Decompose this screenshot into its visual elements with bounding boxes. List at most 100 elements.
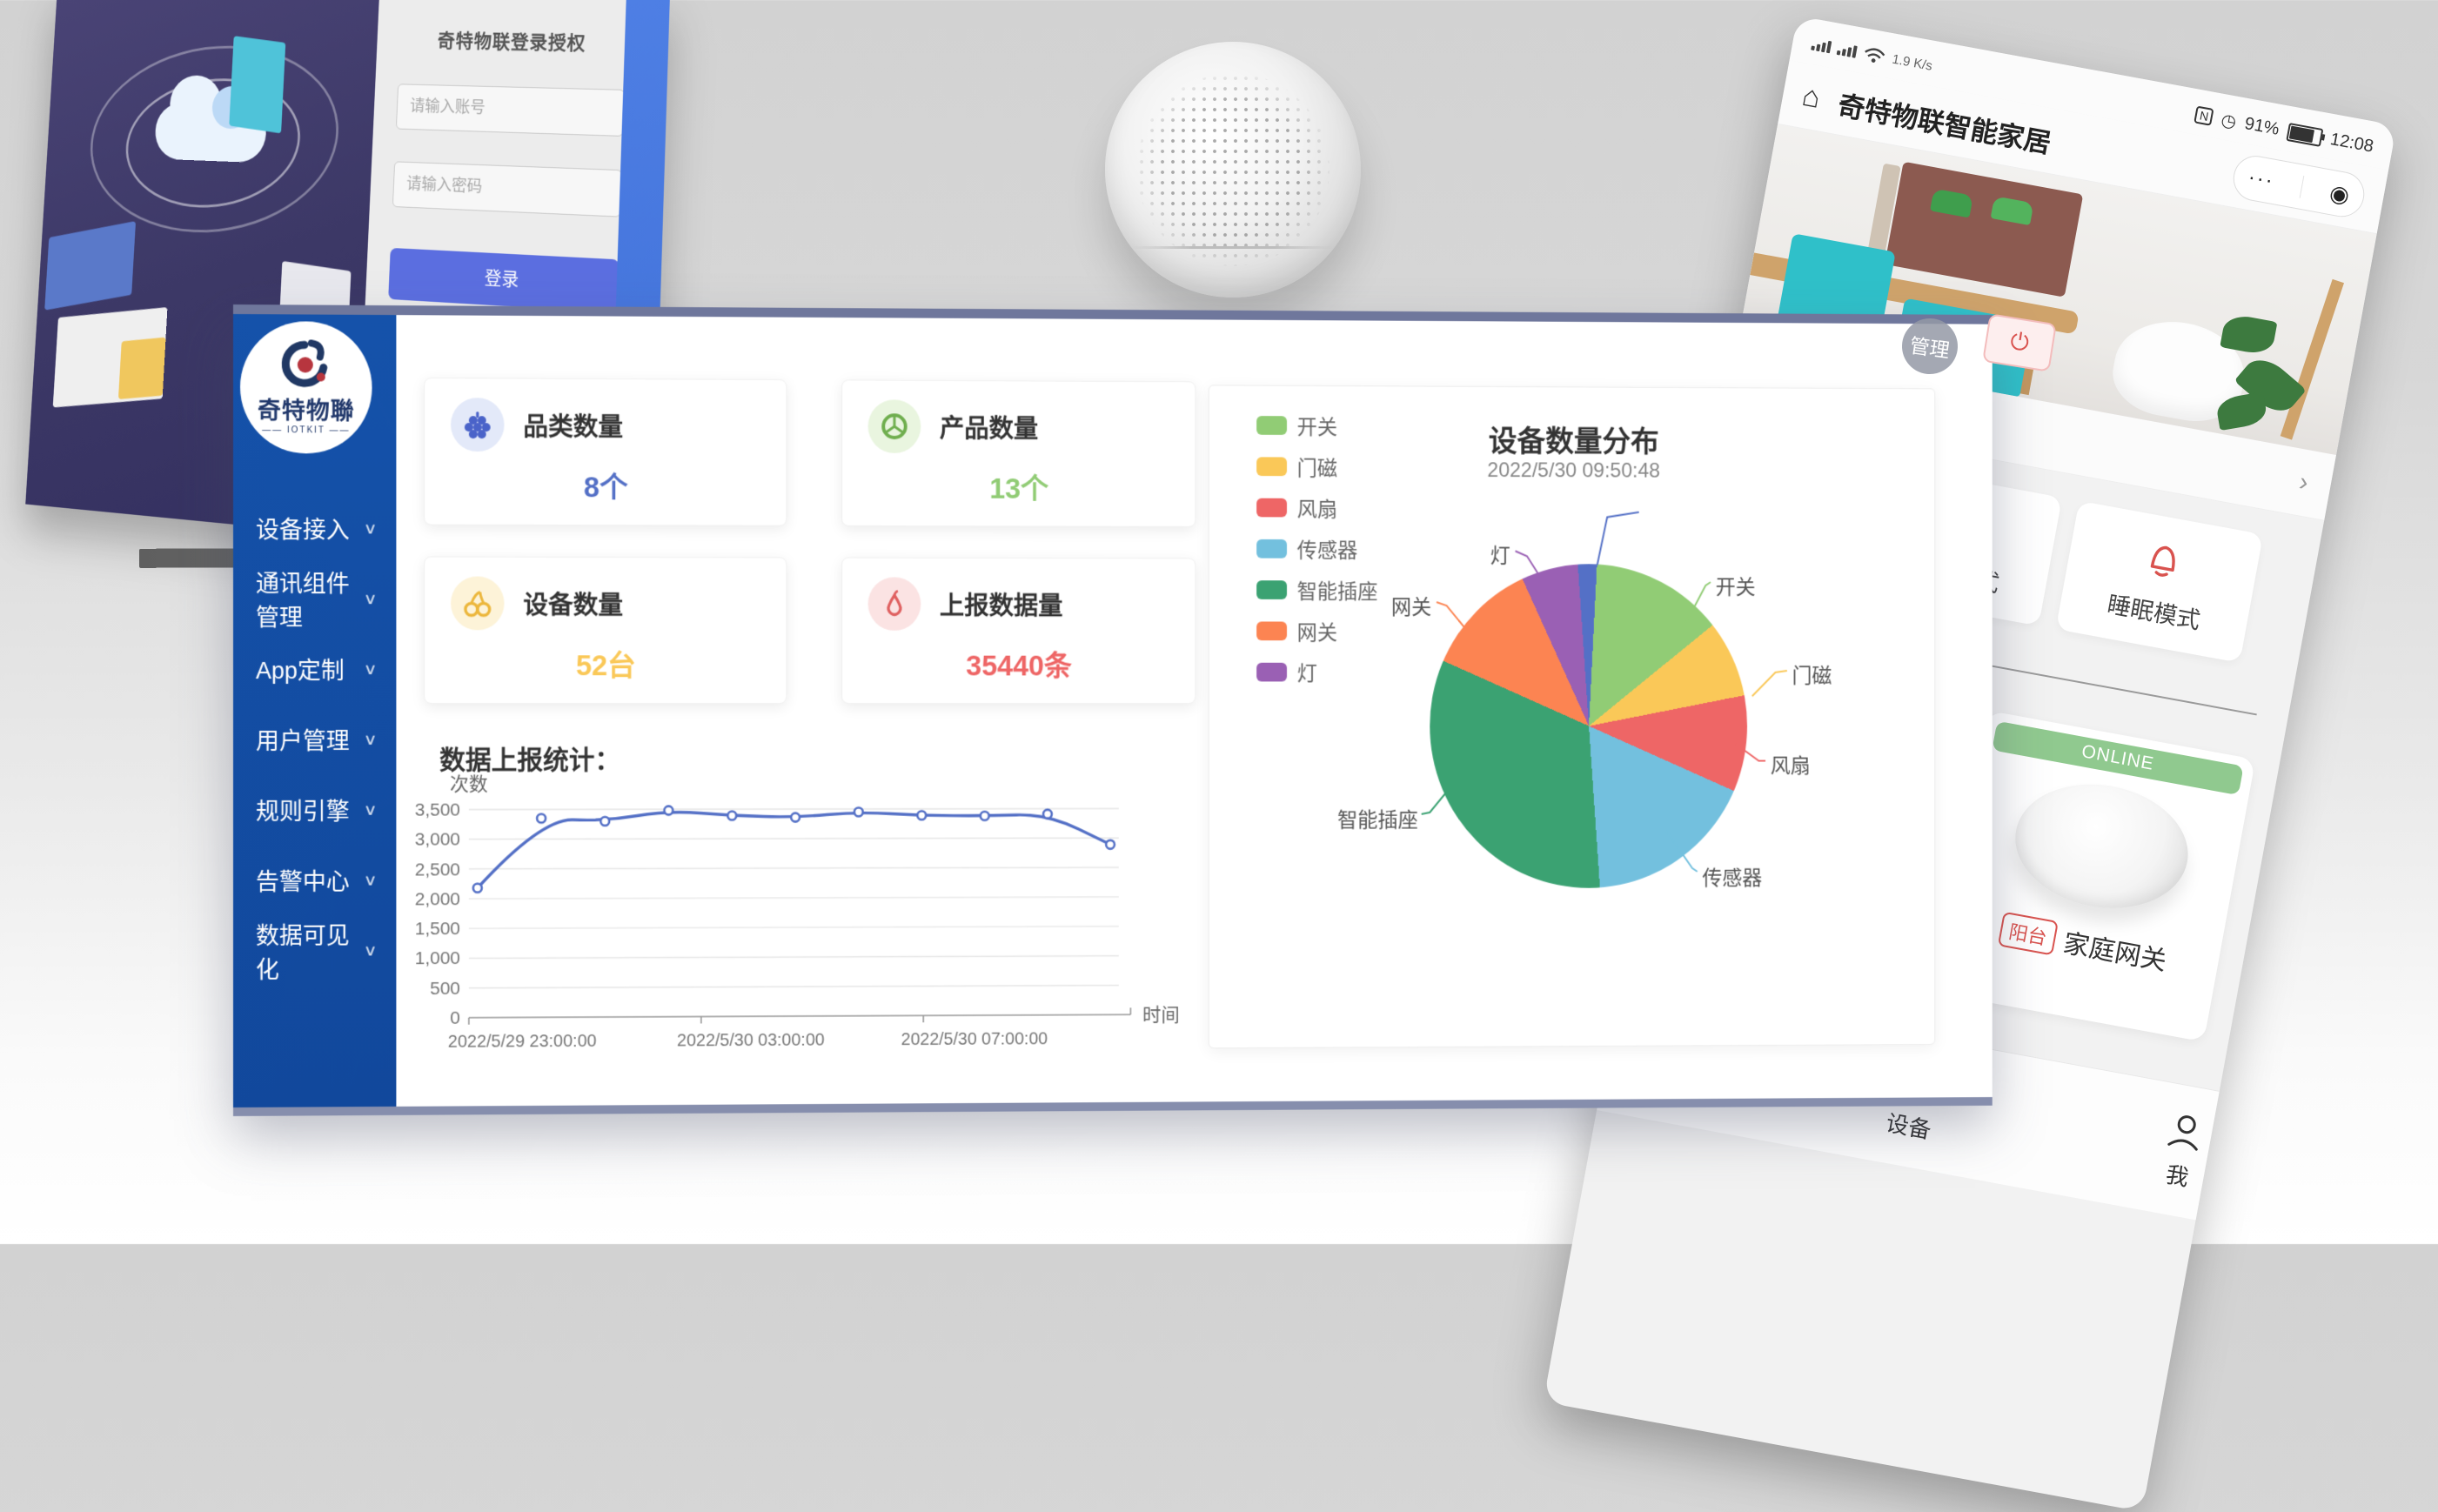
close-circle-icon[interactable]: ◉ [2327, 179, 2352, 210]
legend-item[interactable]: 传感器 [1256, 533, 1377, 564]
more-icon[interactable]: ··· [2247, 165, 2277, 194]
pie-label: 风扇 [1771, 749, 1811, 779]
stat-card-categories: 品类数量 8个 [424, 378, 787, 526]
legend-item[interactable]: 灯 [1256, 657, 1377, 687]
stat-card-products: 产品数量 13个 [841, 379, 1196, 527]
speaker-grille [1136, 73, 1330, 266]
network-speed: 1.9 K/s [1892, 52, 1934, 72]
svg-text:2022/5/29 23:00:00: 2022/5/29 23:00:00 [448, 1032, 597, 1052]
chevron-down-icon: ∨ [363, 519, 377, 538]
tab-me[interactable]: 我 [2156, 1108, 2208, 1193]
svg-text:3,500: 3,500 [415, 800, 460, 820]
logo-subtext: IOTKIT [262, 425, 350, 435]
power-button[interactable]: ⏻ [1982, 313, 2057, 372]
sidebar-item-device-access[interactable]: 设备接入 ∨ [233, 492, 396, 563]
sidebar-item-app-custom[interactable]: App定制 ∨ [233, 633, 396, 704]
chevron-down-icon: ∨ [363, 941, 377, 960]
dashboard-main: 品类数量 8个 产品数量 13个 设备数量 52台 [396, 315, 1992, 1107]
pie-label: 门磁 [1792, 659, 1832, 688]
tab-label: 我 [2164, 1156, 2192, 1192]
menu-label: 设备接入 [256, 511, 350, 545]
status-time: 12:08 [2328, 130, 2374, 157]
sidebar-item-rule-engine[interactable]: 规则引擎∨ [233, 774, 396, 845]
sidebar: 奇特物聯 IOTKIT 设备接入∨ 通讯组件管理∨ App定制∨ 用户管理∨ 规… [233, 314, 396, 1107]
username-input[interactable]: 请输入账号 [396, 84, 625, 137]
pie[interactable] [1430, 564, 1747, 888]
iso-screen [44, 221, 136, 311]
menu-label: 通讯组件管理 [256, 565, 364, 632]
svg-text:500: 500 [430, 979, 460, 999]
legend-label: 网关 [1297, 616, 1337, 646]
signal-bars-icon [1811, 38, 1832, 54]
stat-card-devices: 设备数量 52台 [424, 556, 787, 704]
bell-icon [2137, 532, 2190, 585]
legend-item[interactable]: 网关 [1256, 616, 1377, 646]
legend-item[interactable]: 风扇 [1256, 492, 1377, 523]
svg-text:2,500: 2,500 [415, 860, 460, 880]
svg-text:1,500: 1,500 [415, 919, 460, 939]
svg-text:2022/5/30 07:00:00: 2022/5/30 07:00:00 [901, 1029, 1048, 1049]
legend-swatch [1256, 457, 1287, 476]
pie-label: 智能插座 [1337, 803, 1418, 833]
tab-label: 设备 [1884, 1105, 1934, 1145]
alarm-icon: ◷ [2220, 109, 2239, 133]
device-name: 家庭网关 [2060, 921, 2170, 978]
legend-swatch [1256, 539, 1287, 558]
sidebar-item-user-mgmt[interactable]: 用户管理∨ [233, 704, 396, 774]
legend-label: 灯 [1297, 657, 1317, 686]
stat-label: 品类数量 [523, 406, 623, 443]
stat-value: 35440条 [842, 643, 1195, 685]
legend-swatch [1256, 498, 1287, 517]
svg-text:次数: 次数 [450, 773, 488, 795]
room-tag: 阳台 [1998, 912, 2059, 956]
stat-label: 上报数据量 [940, 585, 1063, 622]
grapes-icon [451, 398, 505, 452]
line-chart: 05001,0001,5002,0002,5003,0003,500次数时间20… [408, 766, 1178, 1067]
stat-value: 8个 [425, 464, 786, 506]
stat-label: 设备数量 [523, 585, 623, 622]
legend-swatch [1256, 416, 1287, 435]
svg-text:时间: 时间 [1142, 1004, 1178, 1026]
legend-item[interactable]: 智能插座 [1256, 574, 1377, 605]
legend-label: 门磁 [1297, 452, 1337, 482]
home-icon[interactable]: ⌂ [1799, 78, 1823, 115]
pie-label: 传感器 [1702, 861, 1762, 891]
stat-value: 52台 [425, 642, 786, 684]
menu-label: 告警中心 [256, 863, 350, 897]
cherries-icon [451, 576, 505, 630]
mode-label: 睡眠模式 [2105, 585, 2203, 635]
logo-text: 奇特物聯 [258, 391, 355, 425]
pie-label: 灯 [1490, 539, 1510, 569]
chevron-down-icon: ∨ [363, 800, 377, 819]
login-button[interactable]: 登录 [388, 248, 619, 313]
svg-text:2022/5/30 03:00:00: 2022/5/30 03:00:00 [677, 1031, 825, 1051]
wifi-icon [1862, 44, 1887, 65]
chevron-down-icon: ∨ [363, 730, 377, 748]
legend-label: 开关 [1297, 410, 1337, 440]
gateway-image [2005, 771, 2198, 922]
pie-label: 开关 [1716, 570, 1756, 599]
photo-plant [2206, 261, 2338, 443]
legend-item[interactable]: 开关 [1256, 410, 1377, 440]
chevron-down-icon: ∨ [363, 659, 377, 678]
password-input[interactable]: 请输入密码 [392, 161, 622, 217]
sidebar-item-alarm-center[interactable]: 告警中心 ∨ [233, 845, 396, 915]
speaker-seam [1130, 246, 1335, 249]
menu-label: App定制 [256, 652, 345, 686]
legend-swatch [1256, 621, 1287, 640]
pie-label: 网关 [1391, 590, 1431, 619]
legend-item[interactable]: 门磁 [1256, 451, 1377, 481]
chevron-down-icon: ∨ [363, 871, 377, 889]
battery-percent: 91% [2243, 114, 2281, 140]
sleep-mode-card[interactable]: 睡眠模式 [2056, 501, 2264, 663]
legend-swatch [1256, 662, 1287, 681]
legend-swatch [1256, 580, 1287, 599]
legend-label: 风扇 [1297, 492, 1337, 523]
sidebar-item-data-visual[interactable]: 数据可见化∨ [233, 914, 396, 986]
legend-label: 智能插座 [1297, 574, 1378, 605]
sidebar-item-comm-components[interactable]: 通讯组件管理∨ [233, 563, 396, 633]
person-icon [2163, 1108, 2207, 1153]
login-title: 奇特物联登录授权 [399, 25, 626, 57]
svg-text:0: 0 [450, 1008, 460, 1028]
pear-icon [868, 577, 921, 630]
